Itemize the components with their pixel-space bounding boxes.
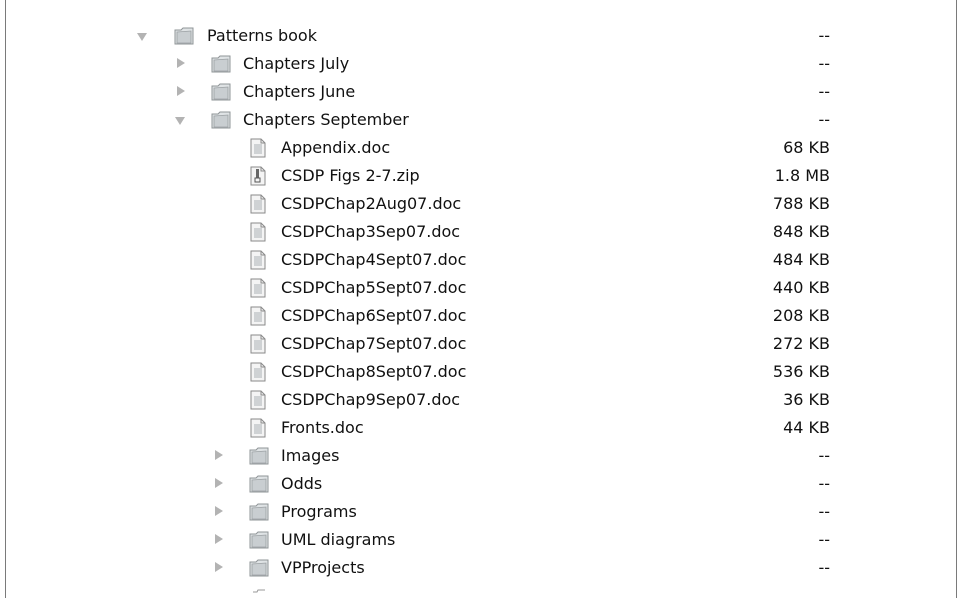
row-name: Images xyxy=(281,446,340,465)
file-row-csdpchap5sept07-doc[interactable]: CSDPChap5Sept07.doc 440 KB xyxy=(6,274,958,302)
row-name: CSDPChap5Sept07.doc xyxy=(281,278,467,297)
folder-row-odds[interactable]: Odds -- xyxy=(6,470,958,498)
folder-icon xyxy=(249,447,269,465)
folder-icon xyxy=(249,475,269,493)
row-size: -- xyxy=(818,474,830,493)
row-size: 1.8 MB xyxy=(774,166,830,185)
row-name: Appendix.doc xyxy=(281,138,391,157)
file-row-csdp-figs-zip[interactable]: CSDP Figs 2-7.zip 1.8 MB xyxy=(6,162,958,190)
row-name: CSDPChap2Aug07.doc xyxy=(281,194,462,213)
row-size: 484 KB xyxy=(772,250,830,269)
document-icon xyxy=(250,306,266,326)
file-row-csdpchap8sept07-doc[interactable]: CSDPChap8Sept07.doc 536 KB xyxy=(6,358,958,386)
disclosure-triangle-collapsed[interactable] xyxy=(215,478,223,488)
row-size: 536 KB xyxy=(772,362,830,381)
row-name: CSDPChap8Sept07.doc xyxy=(281,362,467,381)
document-icon xyxy=(250,138,266,158)
row-size: -- xyxy=(818,82,830,101)
disclosure-triangle-collapsed[interactable] xyxy=(177,86,185,96)
row-size: -- xyxy=(818,558,830,577)
disclosure-triangle-collapsed[interactable] xyxy=(177,58,185,68)
row-size: -- xyxy=(818,446,830,465)
document-icon xyxy=(250,390,266,410)
row-size: 44 KB xyxy=(783,418,830,437)
document-icon xyxy=(250,334,266,354)
row-name: Chapters September xyxy=(243,110,409,129)
row-name: UML diagrams xyxy=(281,530,396,549)
row-name: Chapters July xyxy=(243,54,350,73)
document-icon xyxy=(250,278,266,298)
row-size: -- xyxy=(818,502,830,521)
row-size: 272 KB xyxy=(772,334,830,353)
folder-row-programs[interactable]: Programs -- xyxy=(6,498,958,526)
disclosure-triangle-expanded[interactable] xyxy=(137,33,147,41)
folder-icon xyxy=(211,111,231,129)
document-icon xyxy=(250,250,266,270)
file-row-csdpchap7sept07-doc[interactable]: CSDPChap7Sept07.doc 272 KB xyxy=(6,330,958,358)
row-name: CSDPChap9Sep07.doc xyxy=(281,390,461,409)
row-name: CSDPChap7Sept07.doc xyxy=(281,334,467,353)
folder-icon xyxy=(174,27,194,45)
file-row-csdpchap4sept07-doc[interactable]: CSDPChap4Sept07.doc 484 KB xyxy=(6,246,958,274)
row-size: -- xyxy=(818,26,830,45)
row-name: Chapters June xyxy=(243,82,356,101)
folder-row-vpprojects[interactable]: VPProjects -- xyxy=(6,554,958,582)
file-row-appendix-doc[interactable]: Appendix.doc 68 KB xyxy=(6,134,958,162)
disclosure-triangle-collapsed[interactable] xyxy=(215,534,223,544)
disclosure-triangle-collapsed[interactable] xyxy=(215,562,223,572)
row-size: 788 KB xyxy=(772,194,830,213)
row-size: 440 KB xyxy=(772,278,830,297)
row-size: -- xyxy=(818,110,830,129)
disclosure-triangle-expanded[interactable] xyxy=(175,117,185,125)
document-icon xyxy=(250,222,266,242)
finder-list-view: Patterns book -- Chapters July -- Chapte… xyxy=(5,0,957,598)
row-name: CSDPChap6Sept07.doc xyxy=(281,306,467,325)
folder-icon xyxy=(211,83,231,101)
zip-archive-icon xyxy=(250,166,266,186)
row-size: 36 KB xyxy=(783,390,830,409)
file-row-csdpchap9sep07-doc[interactable]: CSDPChap9Sep07.doc 36 KB xyxy=(6,386,958,414)
row-name: VPProjects xyxy=(281,558,365,577)
document-icon xyxy=(250,194,266,214)
file-row-csdpchap6sept07-doc[interactable]: CSDPChap6Sept07.doc 208 KB xyxy=(6,302,958,330)
row-size: 848 KB xyxy=(772,222,830,241)
folder-row-chapters-june[interactable]: Chapters June -- xyxy=(6,78,958,106)
row-name: CSDPChap4Sept07.doc xyxy=(281,250,467,269)
folder-icon xyxy=(249,531,269,549)
row-name: Patterns book xyxy=(207,26,317,45)
row-size: -- xyxy=(818,54,830,73)
disclosure-triangle-collapsed[interactable] xyxy=(215,450,223,460)
document-icon xyxy=(250,418,266,438)
row-size: -- xyxy=(818,530,830,549)
folder-icon xyxy=(249,503,269,521)
file-row-fronts-doc[interactable]: Fronts.doc 44 KB xyxy=(6,414,958,442)
folder-row-images[interactable]: Images -- xyxy=(6,442,958,470)
file-row-csdpchap3sep07-doc[interactable]: CSDPChap3Sep07.doc 848 KB xyxy=(6,218,958,246)
row-name: Programs xyxy=(281,502,357,521)
row-name: CSDP Figs 2-7.zip xyxy=(281,166,420,185)
folder-row-patterns-book[interactable]: Patterns book -- xyxy=(6,22,958,50)
file-row-csdpchap2aug07-doc[interactable]: CSDPChap2Aug07.doc 788 KB xyxy=(6,190,958,218)
folder-row-chapters-july[interactable]: Chapters July -- xyxy=(6,50,958,78)
disclosure-triangle-collapsed[interactable] xyxy=(215,506,223,516)
row-size: 68 KB xyxy=(783,138,830,157)
folder-icon xyxy=(211,55,231,73)
row-name: CSDPChap3Sep07.doc xyxy=(281,222,461,241)
row-name: Odds xyxy=(281,474,323,493)
partial-next-row-icon xyxy=(252,586,266,598)
folder-row-uml-diagrams[interactable]: UML diagrams -- xyxy=(6,526,958,554)
row-size: 208 KB xyxy=(772,306,830,325)
folder-row-chapters-september[interactable]: Chapters September -- xyxy=(6,106,958,134)
row-name: Fronts.doc xyxy=(281,418,364,437)
document-icon xyxy=(250,362,266,382)
folder-icon xyxy=(249,559,269,577)
